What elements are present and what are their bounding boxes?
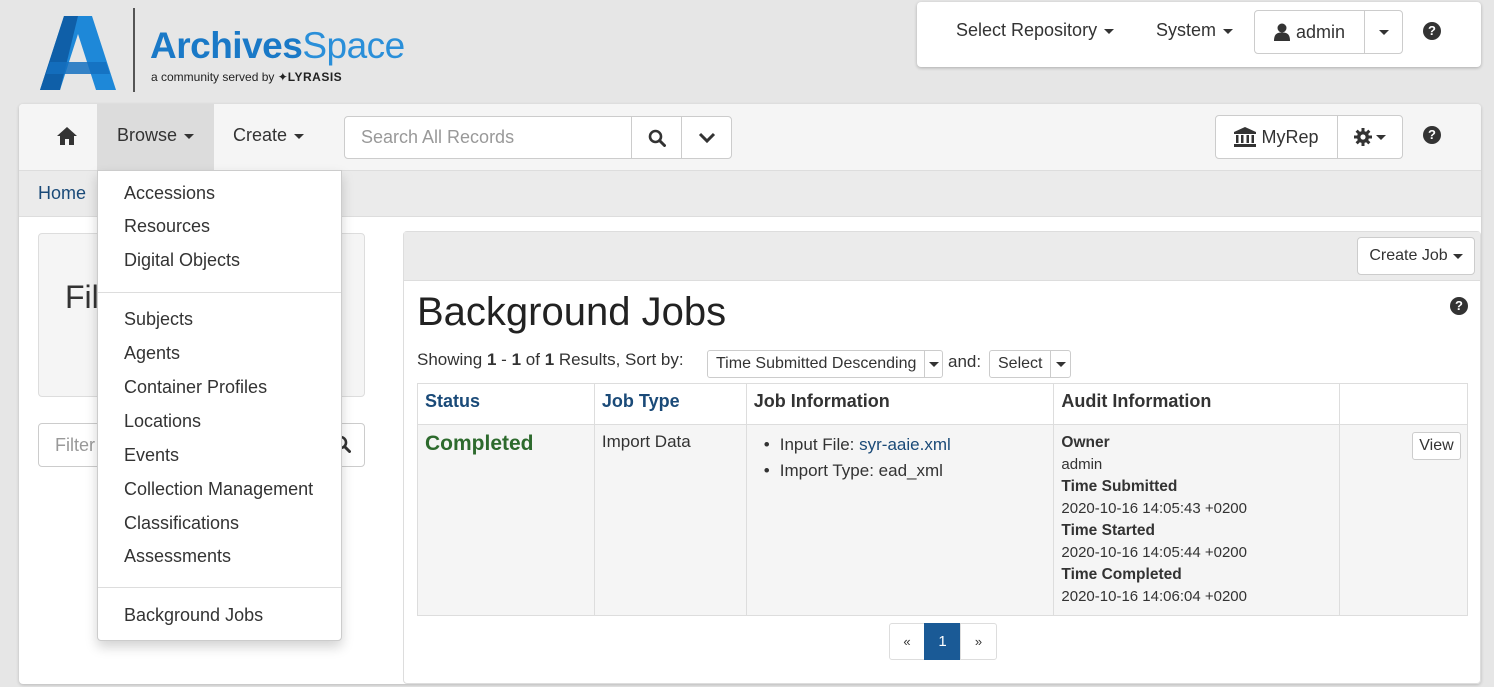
create-job-button[interactable]: Create Job	[1357, 237, 1475, 275]
gear-icon	[1354, 128, 1372, 146]
audit-value: 2020-10-16 14:06:04 +0200	[1061, 588, 1247, 605]
audit-label: Time Completed	[1061, 566, 1182, 583]
home-icon	[57, 127, 77, 146]
cell-job-info: Input File: syr-aaie.xml Import Type: ea…	[745, 424, 1055, 616]
column-header-job-type[interactable]: Job Type	[593, 383, 747, 425]
chevron-down-icon	[294, 133, 305, 139]
column-header-audit-info: Audit Information	[1053, 383, 1341, 425]
cell-actions: View	[1339, 424, 1468, 616]
menu-item-resources[interactable]: Resources	[124, 215, 210, 237]
cell-status: Completed	[417, 424, 595, 616]
chevron-down-icon	[1378, 29, 1389, 35]
menu-item-subjects[interactable]: Subjects	[124, 308, 193, 330]
chevron-down-icon	[1452, 253, 1463, 259]
search-icon	[648, 129, 666, 147]
list-item: Input File: syr-aaie.xml	[764, 432, 1047, 458]
view-button[interactable]: View	[1412, 432, 1461, 460]
select-repository-dropdown[interactable]: Select Repository	[956, 20, 1115, 41]
audit-label: Time Started	[1061, 522, 1156, 539]
user-icon	[1273, 23, 1290, 41]
logo-divider	[133, 8, 135, 92]
search-input[interactable]	[344, 116, 632, 159]
audit-value: 2020-10-16 14:05:43 +0200	[1061, 500, 1247, 517]
page-title: Background Jobs	[417, 290, 727, 334]
create-menu-toggle[interactable]: Create	[233, 104, 305, 170]
table-header-row: Status Job Type Job Information Audit In…	[417, 383, 1468, 425]
browse-dropdown-menu: Accessions Resources Digital Objects Sub…	[97, 170, 342, 641]
logo-tagline: a community served by ✦LYRASIS	[151, 70, 343, 84]
user-button[interactable]: admin	[1254, 10, 1365, 54]
archivesspace-logo[interactable]: ArchivesSpace a community served by ✦LYR…	[40, 8, 440, 100]
secondary-sort-label: and:	[948, 352, 982, 371]
audit-value: 2020-10-16 14:05:44 +0200	[1061, 544, 1247, 561]
help-icon[interactable]: ?	[1423, 22, 1441, 40]
table-row: Completed Import Data Input File: syr-aa…	[417, 424, 1468, 616]
pagination-next[interactable]: »	[960, 623, 997, 660]
audit-value: admin	[1061, 456, 1103, 473]
content-toolbar	[404, 232, 1480, 281]
jobs-table: Status Job Type Job Information Audit In…	[417, 383, 1468, 616]
audit-label: Time Submitted	[1061, 478, 1178, 495]
audit-label: Owner	[1061, 434, 1110, 451]
sort-select[interactable]: Time Submitted Descending	[707, 350, 943, 378]
breadcrumb-home-link[interactable]: Home	[38, 183, 86, 204]
browse-menu-toggle[interactable]: Browse	[97, 104, 214, 170]
list-item: Import Type: ead_xml	[764, 458, 1047, 484]
repository-bar: Select Repository System admin ?	[917, 2, 1481, 67]
menu-item-container-profiles[interactable]: Container Profiles	[124, 376, 267, 398]
menu-item-accessions[interactable]: Accessions	[124, 182, 215, 204]
cell-job-type: Import Data	[593, 424, 747, 616]
search-button[interactable]	[631, 116, 682, 159]
menu-item-events[interactable]: Events	[124, 444, 179, 466]
menu-divider	[98, 292, 341, 293]
chevron-down-icon	[1104, 28, 1115, 34]
myrep-button[interactable]: MyRep	[1215, 115, 1338, 159]
menu-item-classifications[interactable]: Classifications	[124, 512, 239, 534]
bank-icon	[1234, 127, 1257, 147]
home-nav-button[interactable]	[57, 104, 77, 170]
pagination-current[interactable]: 1	[924, 623, 961, 660]
status-badge: Completed	[425, 432, 534, 455]
chevron-down-icon	[698, 132, 715, 143]
cell-audit-info: Owner admin Time Submitted 2020-10-16 14…	[1053, 424, 1341, 616]
menu-item-background-jobs[interactable]: Background Jobs	[124, 604, 263, 626]
settings-menu-toggle[interactable]	[1337, 115, 1403, 159]
menu-divider	[98, 587, 341, 588]
chevron-down-icon	[928, 361, 939, 367]
chevron-down-icon	[1376, 134, 1386, 140]
column-header-actions	[1339, 383, 1468, 425]
advanced-search-toggle[interactable]	[681, 116, 732, 159]
input-file-link[interactable]: syr-aaie.xml	[859, 435, 951, 454]
menu-item-assessments[interactable]: Assessments	[124, 545, 231, 567]
menu-item-agents[interactable]: Agents	[124, 342, 180, 364]
pagination-prev[interactable]: «	[889, 623, 925, 660]
user-menu-toggle[interactable]	[1364, 10, 1403, 54]
help-icon[interactable]: ?	[1423, 126, 1441, 144]
chevron-down-icon	[184, 133, 195, 139]
help-icon[interactable]: ?	[1450, 297, 1468, 315]
archivesspace-logo-mark-icon	[40, 16, 116, 90]
column-header-status[interactable]: Status	[417, 383, 595, 425]
menu-item-collection-management[interactable]: Collection Management	[124, 478, 313, 500]
logo-wordmark: ArchivesSpace	[150, 25, 405, 66]
chevron-down-icon	[1223, 28, 1234, 34]
column-header-job-info: Job Information	[745, 383, 1055, 425]
menu-item-digital-objects[interactable]: Digital Objects	[124, 249, 240, 271]
results-summary: Showing 1 - 1 of 1 Results, Sort by:	[417, 350, 684, 369]
chevron-down-icon	[1055, 361, 1066, 367]
secondary-sort-select[interactable]: Select	[989, 350, 1071, 378]
menu-item-locations[interactable]: Locations	[124, 410, 201, 432]
system-dropdown[interactable]: System	[1156, 20, 1234, 41]
